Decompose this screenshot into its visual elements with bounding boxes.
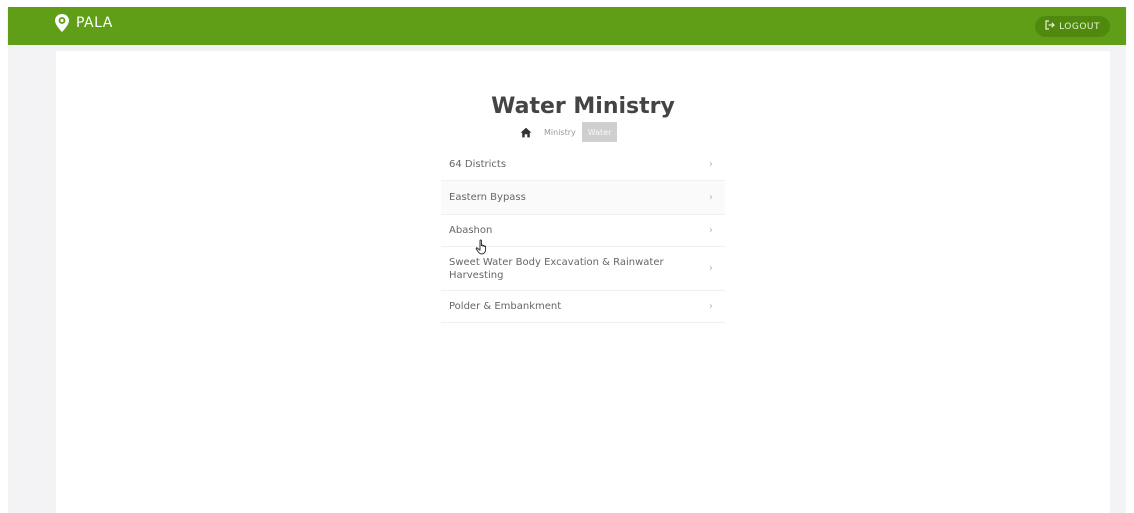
breadcrumb: Ministry Water [514,122,618,142]
logout-icon [1045,20,1055,33]
home-icon [520,127,532,138]
page-background: Water Ministry Ministry Water 64 Distric… [8,45,1126,513]
page-title: Water Ministry [491,93,675,119]
menu-item-polder-embankment[interactable]: Polder & Embankment › [441,291,725,323]
brand[interactable]: PALA [54,13,113,33]
breadcrumb-water: Water [581,122,618,142]
chevron-right-icon: › [709,225,713,236]
map-pin-icon [54,13,70,33]
chevron-right-icon: › [709,159,713,170]
menu-item-eastern-bypass[interactable]: Eastern Bypass › [441,181,725,215]
menu-list: 64 Districts › Eastern Bypass › Abashon … [441,149,725,323]
logout-label: LOGOUT [1059,21,1100,32]
menu-item-label: Eastern Bypass [449,192,526,203]
menu-item-label: Abashon [449,225,493,236]
breadcrumb-ministry[interactable]: Ministry [538,122,582,142]
brand-name: PALA [76,15,113,31]
menu-item-64-districts[interactable]: 64 Districts › [441,149,725,181]
chevron-right-icon: › [709,301,713,312]
top-navbar: PALA LOGOUT [8,7,1126,45]
menu-item-label: Polder & Embankment [449,301,562,312]
menu-item-label: Sweet Water Body Excavation & Rainwater … [449,256,664,281]
breadcrumb-home[interactable] [514,122,538,142]
main-content: Water Ministry Ministry Water 64 Distric… [56,51,1110,513]
logout-button[interactable]: LOGOUT [1035,16,1110,37]
chevron-right-icon: › [709,263,713,274]
menu-item-label: 64 Districts [449,159,507,170]
chevron-right-icon: › [709,192,713,203]
hand-cursor-icon [475,239,489,259]
